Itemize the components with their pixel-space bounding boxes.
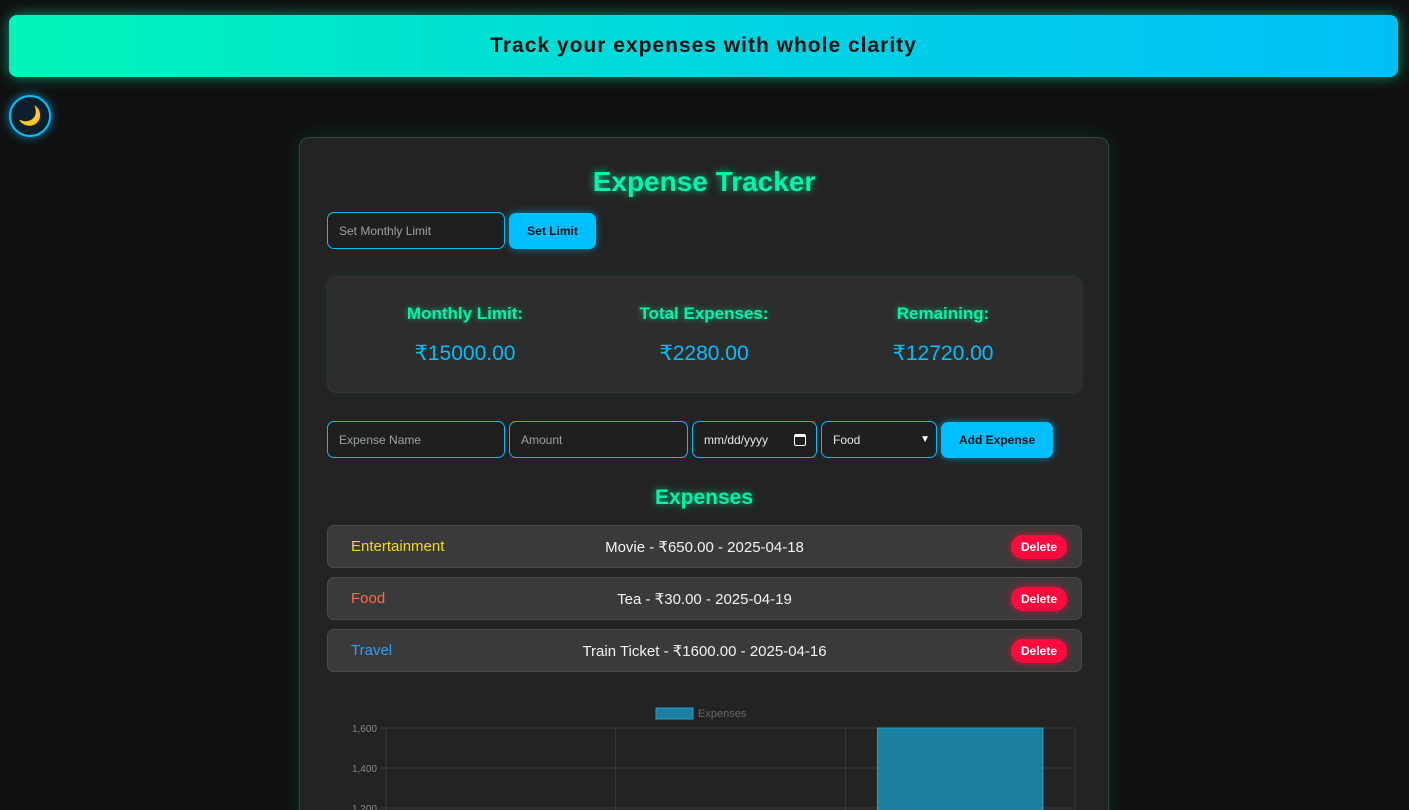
expense-detail: Train Ticket - ₹1600.00 - 2025-04-16 [582, 642, 827, 660]
delete-button[interactable]: Delete [1011, 535, 1067, 559]
total-expenses-summary: Total Expenses: ₹2280.00 [584, 277, 824, 366]
expense-row: Travel Train Ticket - ₹1600.00 - 2025-04… [327, 629, 1082, 672]
legend-label: Expenses [698, 708, 747, 720]
delete-label: Delete [1020, 644, 1058, 658]
expense-row: Food Tea - ₹30.00 - 2025-04-19 Delete [327, 577, 1082, 620]
add-expense-button[interactable]: Add Expense [941, 422, 1053, 458]
y-tick-label: 1,400 [352, 764, 377, 775]
date-input[interactable]: mm/dd/yyyy [692, 421, 817, 458]
delete-label: Delete [1020, 540, 1058, 554]
total-expenses-label: Total Expenses: [639, 304, 769, 323]
y-tick-label: 1,600 [352, 724, 377, 735]
delete-button[interactable]: Delete [1011, 639, 1067, 663]
category-selected-value: Food [833, 432, 861, 447]
monthly-limit-placeholder: Set Monthly Limit [339, 223, 432, 238]
calendar-icon[interactable] [794, 433, 806, 446]
y-tick-label: 1,200 [352, 804, 377, 810]
expense-name-input[interactable]: Expense Name [327, 421, 505, 458]
chevron-down-icon: ▼ [920, 434, 930, 445]
set-limit-button[interactable]: Set Limit [509, 213, 596, 249]
expense-row: Entertainment Movie - ₹650.00 - 2025-04-… [327, 525, 1082, 568]
summary-panel: Monthly Limit: ₹15000.00 Total Expenses:… [327, 276, 1082, 393]
expenses-chart: Expenses 1,600 1,400 1,200 [327, 700, 1082, 810]
amount-placeholder: Amount [521, 432, 563, 447]
app-title: Expense Tracker [592, 166, 816, 197]
remaining-summary: Remaining: ₹12720.00 [823, 277, 1063, 366]
total-expenses-value: ₹2280.00 [659, 342, 749, 365]
moon-icon: 🌙 [18, 106, 42, 127]
monthly-limit-value: ₹15000.00 [414, 342, 516, 365]
monthly-limit-input[interactable]: Set Monthly Limit [327, 212, 505, 249]
remaining-label: Remaining: [896, 304, 990, 323]
expense-category: Travel [351, 642, 393, 659]
amount-input[interactable]: Amount [509, 421, 688, 458]
date-placeholder: mm/dd/yyyy [704, 432, 769, 447]
set-limit-label: Set Limit [527, 224, 578, 238]
delete-button[interactable]: Delete [1011, 587, 1067, 611]
expense-category: Food [351, 590, 386, 607]
expense-name-placeholder: Expense Name [339, 432, 422, 447]
chart-bar [876, 727, 1044, 810]
expense-detail: Tea - ₹30.00 - 2025-04-19 [617, 590, 792, 608]
legend-swatch [655, 707, 694, 720]
expense-category: Entertainment [351, 538, 445, 555]
banner-title: Track your expenses with whole clarity [490, 34, 917, 57]
monthly-limit-summary: Monthly Limit: ₹15000.00 [345, 277, 585, 366]
monthly-limit-label: Monthly Limit: [406, 304, 524, 323]
delete-label: Delete [1020, 592, 1058, 606]
theme-toggle-button[interactable]: 🌙 [9, 95, 51, 137]
expense-tracker-card: Expense Tracker Set Monthly Limit Set Li… [299, 137, 1109, 810]
expenses-heading: Expenses [654, 486, 754, 509]
expenses-chart-svg: Expenses 1,600 1,400 1,200 [352, 707, 1076, 810]
header-banner: Track your expenses with whole clarity [9, 15, 1398, 77]
remaining-value: ₹12720.00 [892, 342, 994, 365]
category-select[interactable]: Food ▼ [821, 421, 937, 458]
add-expense-label: Add Expense [958, 433, 1036, 447]
